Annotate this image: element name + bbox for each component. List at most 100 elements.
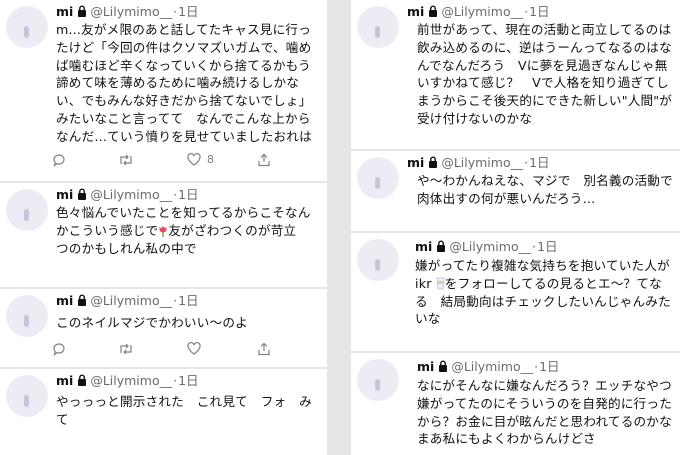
tweet-header: mi @Lilymimo__·1日: [56, 373, 199, 389]
tulip-emoji-icon: [159, 225, 167, 237]
like-count: 8: [207, 153, 214, 166]
handle[interactable]: @Lilymimo__: [441, 4, 523, 19]
tweet-line: なんだ…ていう憤りを見せていましたおれは: [56, 128, 312, 144]
display-name[interactable]: mi: [417, 359, 434, 374]
tweet-line: 色々悩んでいたことを知ってるからこそなん: [56, 205, 311, 220]
avatar[interactable]: [357, 359, 399, 401]
avatar[interactable]: [357, 6, 399, 48]
tweet-card[interactable]: mi @Lilymimo__·1日 このネイルマジでかわいい〜のよ: [0, 289, 327, 367]
tweet-text: 嫌がってたり複雑な気持ちを抱いていた人が ikr をフォローしてるの見るとエ〜？…: [415, 257, 671, 328]
handle[interactable]: @Lilymimo__: [441, 155, 523, 170]
timestamp[interactable]: 1日: [529, 155, 549, 170]
tweet-text: や〜わかんねえな、マジで 別名義の活動で 肉体出すの何が悪いんだろう…: [417, 172, 673, 208]
separator-dot: ·: [524, 155, 529, 170]
reply-button[interactable]: [52, 342, 66, 356]
handle[interactable]: @Lilymimo__: [90, 187, 172, 202]
timestamp[interactable]: 1日: [178, 373, 198, 388]
tweet-line: い、でもみんな好きだから捨てないでしょ」: [56, 93, 312, 109]
tweet-card[interactable]: mi @Lilymimo__·1日 やっっっと開示された これ見て フォ み て: [0, 369, 327, 455]
tweet-line: m...友がメ限のあと話してたキャス見に行っ: [56, 22, 311, 37]
tweet-text: このネイルマジでかわいい〜のよ: [56, 314, 248, 332]
avatar[interactable]: [357, 157, 399, 199]
avatar[interactable]: [6, 189, 48, 231]
tweet-line: 嫌がってたり複雑な気持ちを抱いていた人が: [415, 258, 670, 273]
tweet-line: いすかねて感じ？ Vで人格を知り過ぎてし: [417, 75, 669, 91]
tweet-line: から？お金に目が眩んだと思われてるのかな: [417, 413, 672, 429]
retweet-icon: [120, 343, 132, 355]
avatar[interactable]: [6, 6, 48, 48]
share-icon: [258, 342, 270, 356]
timestamp[interactable]: 1日: [178, 293, 198, 308]
tweet-line: んでなんだろう Vに夢を見過ぎなんじゃ無: [417, 57, 668, 73]
separator-dot: ·: [173, 4, 178, 19]
tweet-card[interactable]: mi @Lilymimo__·1日 m...友がメ限のあと話してたキャス見に行っ …: [0, 0, 327, 181]
display-name[interactable]: mi: [56, 4, 73, 19]
display-name[interactable]: mi: [407, 155, 424, 170]
tweet-header: mi @Lilymimo__·1日: [56, 187, 199, 203]
handle[interactable]: @Lilymimo__: [90, 373, 172, 388]
tweet-line: このネイルマジでかわいい〜のよ: [56, 315, 248, 330]
separator-dot: ·: [173, 293, 178, 308]
tweet-line: 受け付けないのかな: [417, 110, 533, 126]
timestamp[interactable]: 1日: [178, 4, 198, 19]
cup-emoji-icon: [436, 277, 445, 290]
tweet-header: mi @Lilymimo__·1日: [415, 239, 558, 255]
separator-dot: ·: [532, 239, 537, 254]
handle[interactable]: @Lilymimo__: [90, 293, 172, 308]
like-button[interactable]: [187, 342, 201, 355]
heart-icon: [187, 342, 201, 355]
display-name[interactable]: mi: [407, 4, 424, 19]
retweet-icon: [120, 154, 132, 166]
lock-icon: [429, 5, 438, 17]
avatar[interactable]: [357, 239, 399, 281]
tweet-line: る 結局動向はチェックしたいんじゃんみた: [415, 293, 671, 309]
tweet-card[interactable]: mi @Lilymimo__·1日 なにがそんなに嫌なんだろう？エッチなやつ 嫌が…: [351, 353, 680, 455]
retweet-button[interactable]: [118, 153, 134, 167]
reply-button[interactable]: [52, 153, 66, 167]
tweet-line: かこういう感じで: [56, 222, 159, 238]
tweet-line: 嫌がってたのにそういうのを自発的に行った: [417, 395, 672, 411]
timestamp[interactable]: 1日: [178, 187, 198, 202]
avatar[interactable]: [6, 375, 48, 417]
display-name[interactable]: mi: [56, 293, 73, 308]
handle[interactable]: @Lilymimo__: [449, 239, 531, 254]
display-name[interactable]: mi: [56, 187, 73, 202]
tweet-actions: 8: [52, 153, 312, 169]
tweet-card[interactable]: mi @Lilymimo__·1日 や〜わかんねえな、マジで 別名義の活動で 肉体…: [351, 151, 680, 231]
lock-icon: [78, 294, 87, 306]
tweet-line: つのかもしれん私の中で: [56, 240, 197, 256]
like-button[interactable]: 8: [187, 153, 214, 166]
lock-icon: [78, 188, 87, 200]
tweet-line: なにがそんなに嫌なんだろう？エッチなやつ: [417, 378, 672, 393]
timestamp[interactable]: 1日: [529, 4, 549, 19]
share-button[interactable]: [257, 153, 271, 167]
tweet-line: 肉体出すの何が悪いんだろう…: [417, 190, 596, 206]
tweet-line: 前世があって、現在の活動と両立してるのは: [417, 22, 672, 37]
tweet-card[interactable]: mi @Lilymimo__·1日 嫌がってたり複雑な気持ちを抱いていた人が ik…: [351, 233, 680, 351]
lock-icon: [78, 374, 87, 386]
handle[interactable]: @Lilymimo__: [451, 359, 533, 374]
separator-dot: ·: [173, 187, 178, 202]
separator-dot: ·: [534, 359, 539, 374]
display-name[interactable]: mi: [56, 373, 73, 388]
tweet-line: まあ私にもよくわからんけどさ: [417, 431, 596, 447]
tweet-card[interactable]: mi @Lilymimo__·1日 前世があって、現在の活動と両立してるのは 飲み…: [351, 0, 680, 149]
tweet-line: をフォローしてるの見るとエ〜？てな: [444, 275, 662, 291]
heart-icon: [187, 153, 201, 166]
tweet-line: やっっっと開示された これ見て フォ み: [56, 394, 312, 409]
display-name[interactable]: mi: [415, 239, 432, 254]
retweet-button[interactable]: [118, 342, 134, 356]
timestamp[interactable]: 1日: [539, 359, 559, 374]
lock-icon: [437, 240, 446, 252]
avatar[interactable]: [6, 295, 48, 337]
tweet-card[interactable]: mi @Lilymimo__·1日 色々悩んでいたことを知ってるからこそなん かこ…: [0, 183, 327, 287]
reply-icon: [53, 343, 65, 356]
timestamp[interactable]: 1日: [537, 239, 557, 254]
share-button[interactable]: [257, 342, 271, 356]
tweet-header: mi @Lilymimo__·1日: [56, 293, 199, 309]
handle[interactable]: @Lilymimo__: [90, 4, 172, 19]
lock-icon: [429, 156, 438, 168]
tweet-line: て: [56, 411, 69, 427]
separator-dot: ·: [524, 4, 529, 19]
separator-dot: ·: [173, 373, 178, 388]
